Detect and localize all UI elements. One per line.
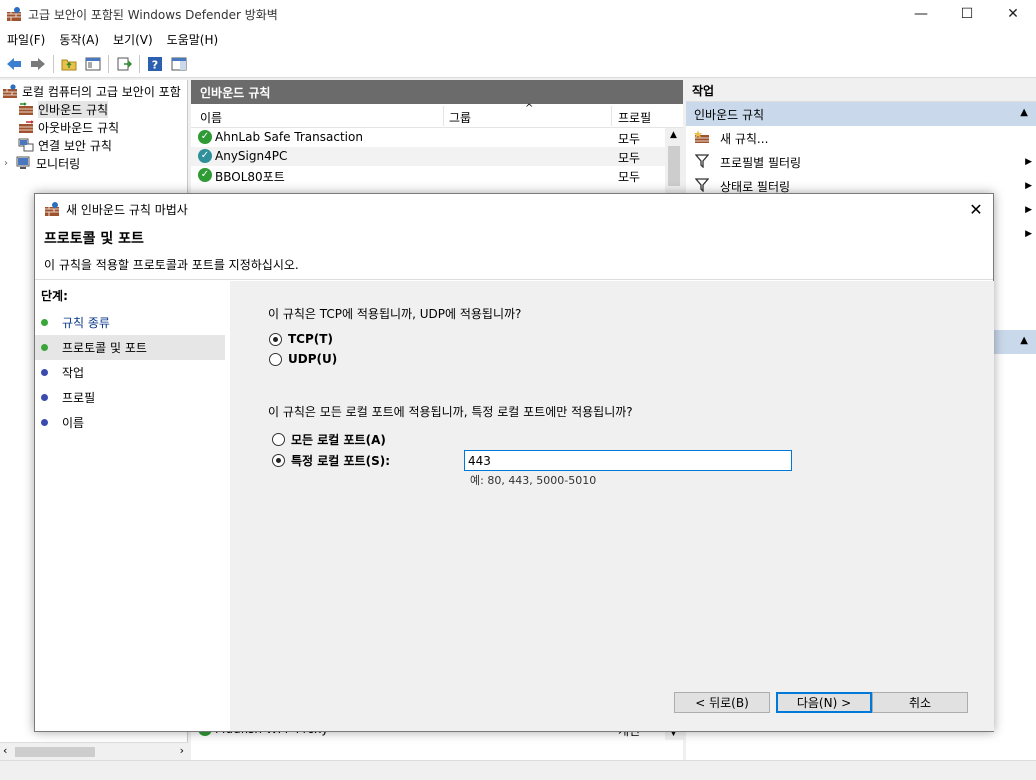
svg-text:?: ? [152,58,158,71]
connection-security-icon [18,138,34,152]
firewall-app-icon [44,201,60,217]
expand-chevron-icon[interactable]: › [4,158,16,169]
dialog-close-button[interactable]: ✕ [959,194,993,224]
filter-icon [694,177,710,195]
outbound-rules-icon [18,120,34,134]
scroll-thumb[interactable] [668,146,680,186]
step-profile[interactable]: 프로필 [35,385,229,410]
monitoring-icon [16,156,32,170]
wizard-steps-panel: 단계: 규칙 종류 프로토콜 및 포트 작업 프로필 이름 [35,281,229,731]
action-filter-by-profile[interactable]: 프로필별 필터링 ▶ [686,150,1036,174]
all-local-ports-radio[interactable]: 모든 로컬 포트(A) [272,431,386,448]
up-folder-icon[interactable] [59,54,79,74]
help-icon[interactable]: ? [145,54,165,74]
status-bar [0,760,1036,780]
scroll-up-icon[interactable]: ▲ [670,130,677,140]
firewall-icon [2,84,18,98]
minimize-button[interactable]: — [898,0,944,28]
column-header-row: 이름 ^ 그룹 프로필 [191,103,683,128]
ports-question: 이 규칙은 모든 로컬 포트에 적용됩니까, 특정 로컬 포트에만 적용됩니까? [268,405,633,419]
export-list-icon[interactable] [114,54,134,74]
table-row[interactable]: ✓ AnySign4PC 모두 [191,147,683,166]
scroll-right-icon[interactable]: › [180,744,184,757]
sort-ascending-icon: ^ [525,103,534,114]
step-name[interactable]: 이름 [35,410,229,435]
menu-bar: 파일(F) 동작(A) 보기(V) 도움말(H) [0,28,1036,50]
scroll-left-icon[interactable]: ‹ [3,744,7,757]
tcp-radio[interactable]: TCP(T) [269,332,333,346]
submenu-arrow-icon: ▶ [1025,181,1032,191]
column-header-profile[interactable]: 프로필 [618,109,651,126]
tree-item-inbound-rules[interactable]: 인바운드 규칙 [0,100,187,118]
tree-item-outbound-rules[interactable]: 아웃바운드 규칙 [0,118,187,136]
step-pending-dot-icon [41,419,48,426]
actions-section-inbound[interactable]: 인바운드 규칙 ▲ [686,102,1036,126]
tree-item-connection-security[interactable]: 연결 보안 규칙 [0,136,187,154]
scroll-thumb[interactable] [15,747,95,757]
submenu-arrow-icon: ▶ [1025,157,1032,167]
protocol-question: 이 규칙은 TCP에 적용됩니까, UDP에 적용됩니까? [268,307,522,321]
submenu-arrow-icon: ▶ [1025,205,1032,215]
pane-header: 인바운드 규칙 [191,80,683,104]
menu-file[interactable]: 파일(F) [0,31,52,48]
step-pending-dot-icon [41,394,48,401]
specific-local-ports-radio[interactable]: 특정 로컬 포트(S): [272,452,390,469]
radio-empty-icon [269,352,282,366]
dialog-heading: 프로토콜 및 포트 [44,231,144,247]
inbound-rules-icon [18,102,34,116]
dialog-title-bar: 새 인바운드 규칙 마법사 ✕ [35,194,993,224]
show-hide-tree-icon[interactable] [83,54,103,74]
menu-view[interactable]: 보기(V) [106,31,160,48]
radio-selected-icon [272,454,285,467]
udp-radio[interactable]: UDP(U) [269,352,337,366]
step-protocol-port[interactable]: 프로토콜 및 포트 [35,335,225,360]
local-ports-input[interactable] [464,450,792,471]
new-rule-icon [694,129,710,147]
wizard-content: 이 규칙은 TCP에 적용됩니까, UDP에 적용됩니까? TCP(T) UDP… [230,281,994,731]
column-header-name[interactable]: 이름 [200,109,222,126]
step-rule-type[interactable]: 규칙 종류 [35,310,229,335]
dialog-title: 새 인바운드 규칙 마법사 [66,202,188,217]
step-action[interactable]: 작업 [35,360,229,385]
forward-arrow-icon[interactable] [28,54,48,74]
step-done-dot-icon [41,319,48,326]
tree-item-monitoring[interactable]: › 모니터링 [0,154,187,172]
next-button[interactable]: 다음(N) > [776,692,872,713]
step-done-dot-icon [41,344,48,351]
collapse-up-icon[interactable]: ▲ [1020,335,1028,346]
actions-header: 작업 [686,80,1036,102]
menu-help[interactable]: 도움말(H) [160,31,226,48]
column-header-group[interactable]: 그룹 [449,109,471,126]
submenu-arrow-icon: ▶ [1025,229,1032,239]
back-button[interactable]: < 뒤로(B) [674,692,770,713]
enabled-check-icon: ✓ [198,130,212,144]
close-window-button[interactable]: ✕ [990,0,1036,28]
tree-horizontal-scrollbar[interactable]: ‹ › [0,742,188,760]
radio-selected-icon [269,332,282,346]
firewall-app-icon [6,6,22,22]
dialog-header: 프로토콜 및 포트 이 규칙을 적용할 프로토콜과 포트를 지정하십시오. [35,224,993,280]
window-title: 고급 보안이 포함된 Windows Defender 방화벽 [28,7,278,22]
steps-label: 단계: [41,289,68,303]
table-row[interactable]: ✓ BBOL80포트 모두 [191,166,683,185]
enabled-check-icon: ✓ [198,149,212,163]
tree-item-local-computer[interactable]: 로컬 컴퓨터의 고급 보안이 포함 [0,82,187,100]
filter-icon [694,153,710,171]
ports-example-hint: 예: 80, 443, 5000-5010 [470,474,597,487]
show-action-pane-icon[interactable] [169,54,189,74]
table-row[interactable]: ✓ AhnLab Safe Transaction 모두 [191,128,683,147]
radio-empty-icon [272,433,285,446]
maximize-button[interactable]: ☐ [944,0,990,28]
back-arrow-icon[interactable] [4,54,24,74]
new-inbound-rule-wizard: 새 인바운드 규칙 마법사 ✕ 프로토콜 및 포트 이 규칙을 적용할 프로토콜… [34,193,994,732]
menu-action[interactable]: 동작(A) [52,31,106,48]
dialog-subheading: 이 규칙을 적용할 프로토콜과 포트를 지정하십시오. [44,258,299,272]
toolbar: ? [0,50,1036,78]
title-bar: 고급 보안이 포함된 Windows Defender 방화벽 — ☐ ✕ [0,0,1036,28]
collapse-up-icon[interactable]: ▲ [1020,107,1028,118]
enabled-check-icon: ✓ [198,168,212,182]
step-pending-dot-icon [41,369,48,376]
cancel-button[interactable]: 취소 [872,692,968,713]
action-new-rule[interactable]: 새 규칙... [686,126,1036,150]
